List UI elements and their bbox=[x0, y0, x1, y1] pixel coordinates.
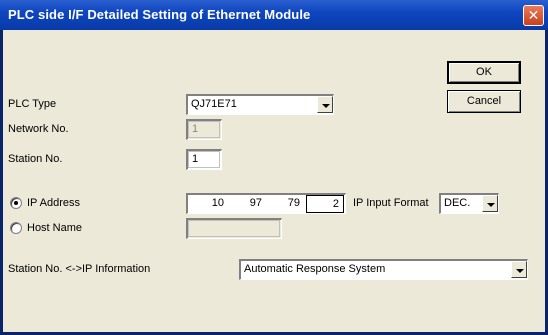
cancel-button[interactable]: Cancel bbox=[447, 90, 521, 113]
station-ip-info-label: Station No. <->IP Information bbox=[8, 263, 151, 275]
ip-octet-4[interactable]: 2 bbox=[306, 195, 344, 213]
dialog-title: PLC side I/F Detailed Setting of Etherne… bbox=[8, 7, 311, 22]
chevron-down-icon[interactable] bbox=[511, 261, 527, 278]
dialog-client-area: OK Cancel PLC Type QJ71E71 Network No. 1… bbox=[3, 30, 545, 332]
station-no-label: Station No. bbox=[8, 153, 63, 165]
ok-button[interactable]: OK bbox=[447, 61, 521, 84]
plc-type-value: QJ71E71 bbox=[191, 98, 237, 110]
station-ip-info-value: Automatic Response System bbox=[244, 263, 386, 275]
ip-octet-2[interactable]: 97 bbox=[228, 195, 266, 213]
ip-address-label: IP Address bbox=[27, 197, 80, 209]
network-no-field[interactable]: 1 bbox=[186, 119, 222, 140]
plc-type-select[interactable]: QJ71E71 bbox=[186, 94, 334, 115]
close-icon[interactable]: ✕ bbox=[523, 5, 544, 26]
network-no-label: Network No. bbox=[8, 123, 69, 135]
chevron-down-icon[interactable] bbox=[482, 195, 498, 212]
host-name-label: Host Name bbox=[27, 222, 83, 234]
station-ip-info-select[interactable]: Automatic Response System bbox=[239, 259, 528, 280]
ip-input-format-label: IP Input Format bbox=[353, 197, 429, 209]
host-name-field[interactable] bbox=[186, 218, 282, 239]
ip-input-format-value: DEC. bbox=[444, 197, 471, 209]
title-bar[interactable]: PLC side I/F Detailed Setting of Etherne… bbox=[0, 0, 548, 30]
ip-octet-1[interactable]: 10 bbox=[190, 195, 228, 213]
ip-address-input[interactable]: 10 97 79 2 bbox=[186, 193, 346, 214]
ip-octet-3[interactable]: 79 bbox=[266, 195, 304, 213]
ip-address-radio[interactable] bbox=[10, 197, 22, 209]
chevron-down-icon[interactable] bbox=[317, 96, 333, 113]
plc-type-label: PLC Type bbox=[8, 98, 57, 110]
ip-input-format-select[interactable]: DEC. bbox=[439, 193, 499, 214]
dialog-window: PLC side I/F Detailed Setting of Etherne… bbox=[0, 0, 548, 335]
station-no-field[interactable]: 1 bbox=[186, 149, 222, 170]
host-name-radio[interactable] bbox=[10, 222, 22, 234]
